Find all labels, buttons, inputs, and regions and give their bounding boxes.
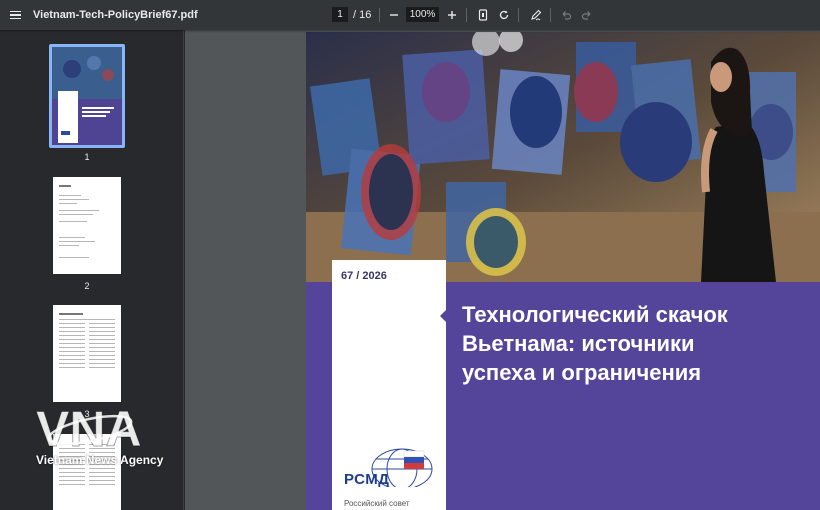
- annotate-icon[interactable]: [527, 6, 545, 24]
- toolbar-divider: [518, 8, 519, 22]
- logo-subtext: Российский совет: [344, 499, 410, 508]
- page-thumbnail-3[interactable]: [53, 305, 121, 402]
- zoom-in-icon[interactable]: [443, 6, 461, 24]
- undo-icon[interactable]: [557, 6, 575, 24]
- logo-wordmark: РСМД: [344, 471, 390, 488]
- rotate-icon[interactable]: [495, 6, 513, 24]
- cover-title: Технологический скачок Вьетнама: источни…: [462, 300, 812, 387]
- toolbar-divider: [379, 8, 380, 22]
- exhibition-photo: [306, 32, 820, 282]
- cover-title-line: Технологический скачок: [462, 302, 728, 327]
- page-number-input[interactable]: [332, 7, 348, 22]
- thumbnail-label: 2: [84, 281, 90, 291]
- document-title: Vietnam-Tech-PolicyBrief67.pdf: [33, 9, 198, 21]
- toolbar-divider: [466, 8, 467, 22]
- thumbnail-sidebar: 1 2 3: [0, 30, 184, 510]
- page-thumbnail-1[interactable]: [49, 44, 125, 148]
- thumbnail-label: 1: [84, 152, 90, 162]
- menu-icon[interactable]: [4, 4, 26, 26]
- page-navigation: / 16: [332, 7, 375, 22]
- cover-title-line: Вьетнама: источники: [462, 331, 695, 356]
- fit-page-icon[interactable]: [474, 6, 492, 24]
- thumbnail-label: 3: [84, 409, 90, 419]
- page-thumbnail-4[interactable]: [53, 434, 121, 510]
- cover-photo: [306, 32, 820, 282]
- toolbar-divider: [550, 8, 551, 22]
- zoom-out-icon[interactable]: [385, 6, 403, 24]
- rsmd-logo: РСМД Российский совет: [342, 447, 438, 510]
- cover-thumbnail-image: [52, 47, 122, 145]
- zoom-level-input[interactable]: [406, 7, 439, 22]
- title-pointer: [440, 309, 447, 323]
- cover-title-line: успеха и ограничения: [462, 360, 702, 385]
- page-thumbnail-2[interactable]: [53, 177, 121, 274]
- pdf-toolbar: Vietnam-Tech-PolicyBrief67.pdf / 16: [0, 0, 820, 30]
- issue-card: 67 / 2026 РСМД Российский совет: [332, 260, 446, 510]
- pdf-page-1: 67 / 2026 РСМД Российский совет Технолог…: [306, 32, 820, 510]
- redo-icon[interactable]: [578, 6, 596, 24]
- page-total: / 16: [353, 8, 372, 21]
- issue-number: 67 / 2026: [341, 270, 387, 282]
- document-viewer[interactable]: 67 / 2026 РСМД Российский совет Технолог…: [185, 30, 820, 510]
